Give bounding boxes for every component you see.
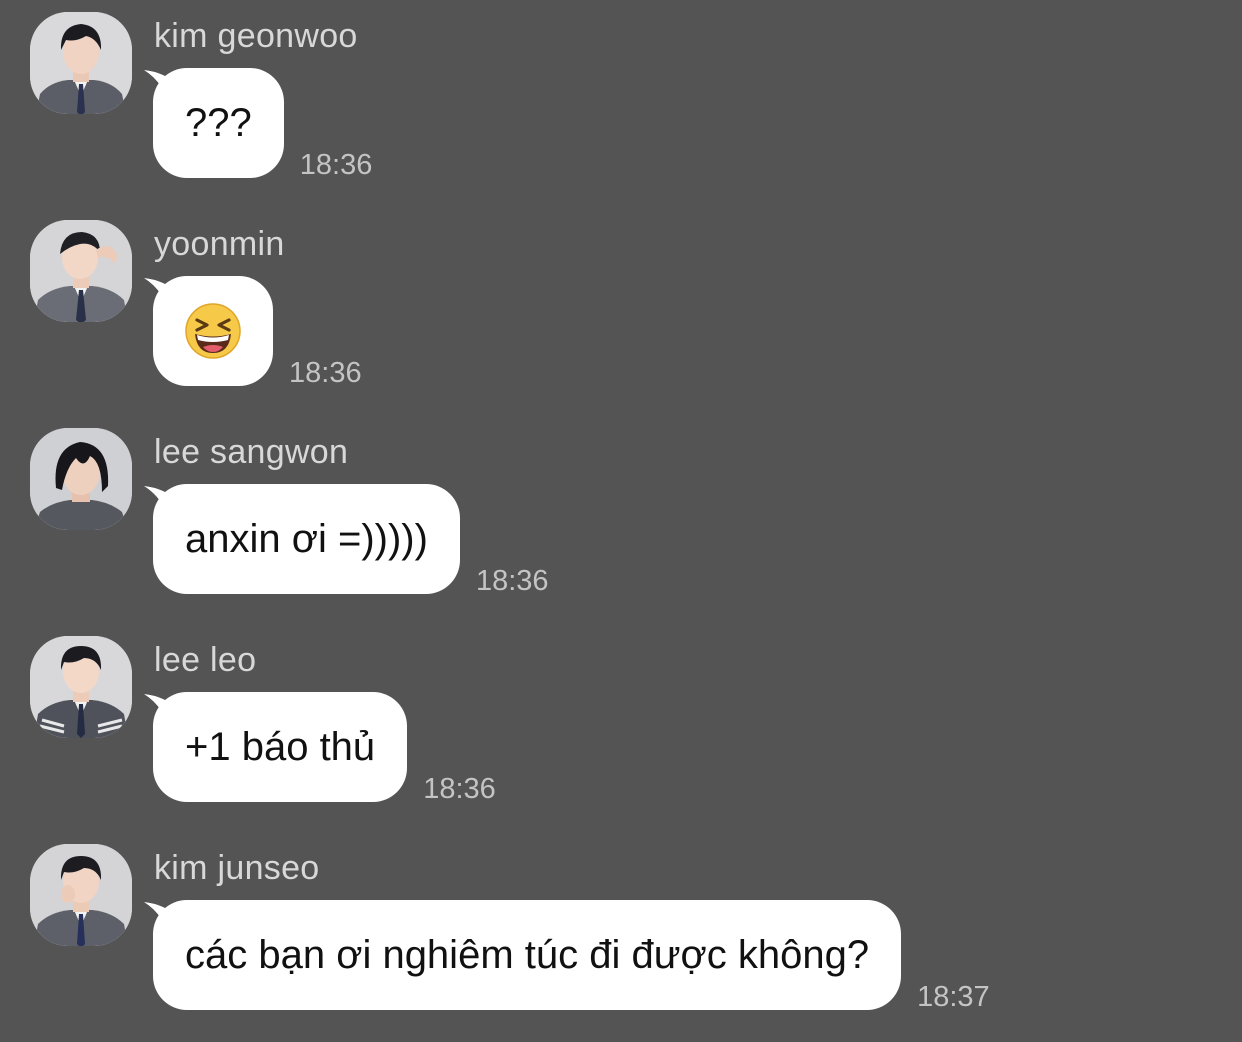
message-bubble[interactable]: các bạn ơi nghiêm túc đi được không? [153,900,902,1010]
chat-message: kim junseo các bạn ơi nghiêm túc đi được… [0,832,1242,1040]
avatar[interactable] [30,636,132,738]
sender-name: yoonmin [154,225,285,263]
grinning-squinting-face-icon [185,303,241,359]
message-row: ??? 18:36 [144,68,372,181]
message-row: anxin ơi =))))) 18:36 [144,484,549,597]
avatar[interactable] [30,12,132,114]
sender-name: kim junseo [154,849,320,887]
message-bubble[interactable]: ??? [153,68,284,178]
message-text: ??? [185,100,252,145]
message-time: 18:36 [475,565,549,597]
sender-name: lee leo [154,641,257,679]
message-row: +1 báo thủ 18:36 [144,692,496,805]
message-bubble[interactable]: anxin ơi =))))) [153,484,460,594]
avatar[interactable] [30,844,132,946]
message-bubble[interactable]: +1 báo thủ [153,692,408,802]
sender-name: lee sangwon [154,433,349,471]
avatar[interactable] [30,428,132,530]
message-text: +1 báo thủ [185,724,376,769]
avatar[interactable] [30,220,132,322]
message-row: các bạn ơi nghiêm túc đi được không? 18:… [144,900,990,1013]
chat-message: yoonmin 18:36 [0,208,1242,416]
sender-name: kim geonwoo [154,17,358,55]
message-time: 18:37 [917,981,990,1013]
chat-message: lee sangwon anxin ơi =))))) 18:36 [0,416,1242,624]
chat-message: kim geonwoo ??? 18:36 [0,0,1242,208]
message-text: anxin ơi =))))) [185,516,428,561]
message-time: 18:36 [299,149,373,181]
message-time: 18:36 [289,357,362,389]
chat-message: lee leo +1 báo thủ 18:36 [0,624,1242,832]
message-bubble[interactable] [153,276,273,386]
message-time: 18:36 [423,773,496,805]
message-text: các bạn ơi nghiêm túc đi được không? [185,932,870,977]
message-row: 18:36 [144,276,362,389]
